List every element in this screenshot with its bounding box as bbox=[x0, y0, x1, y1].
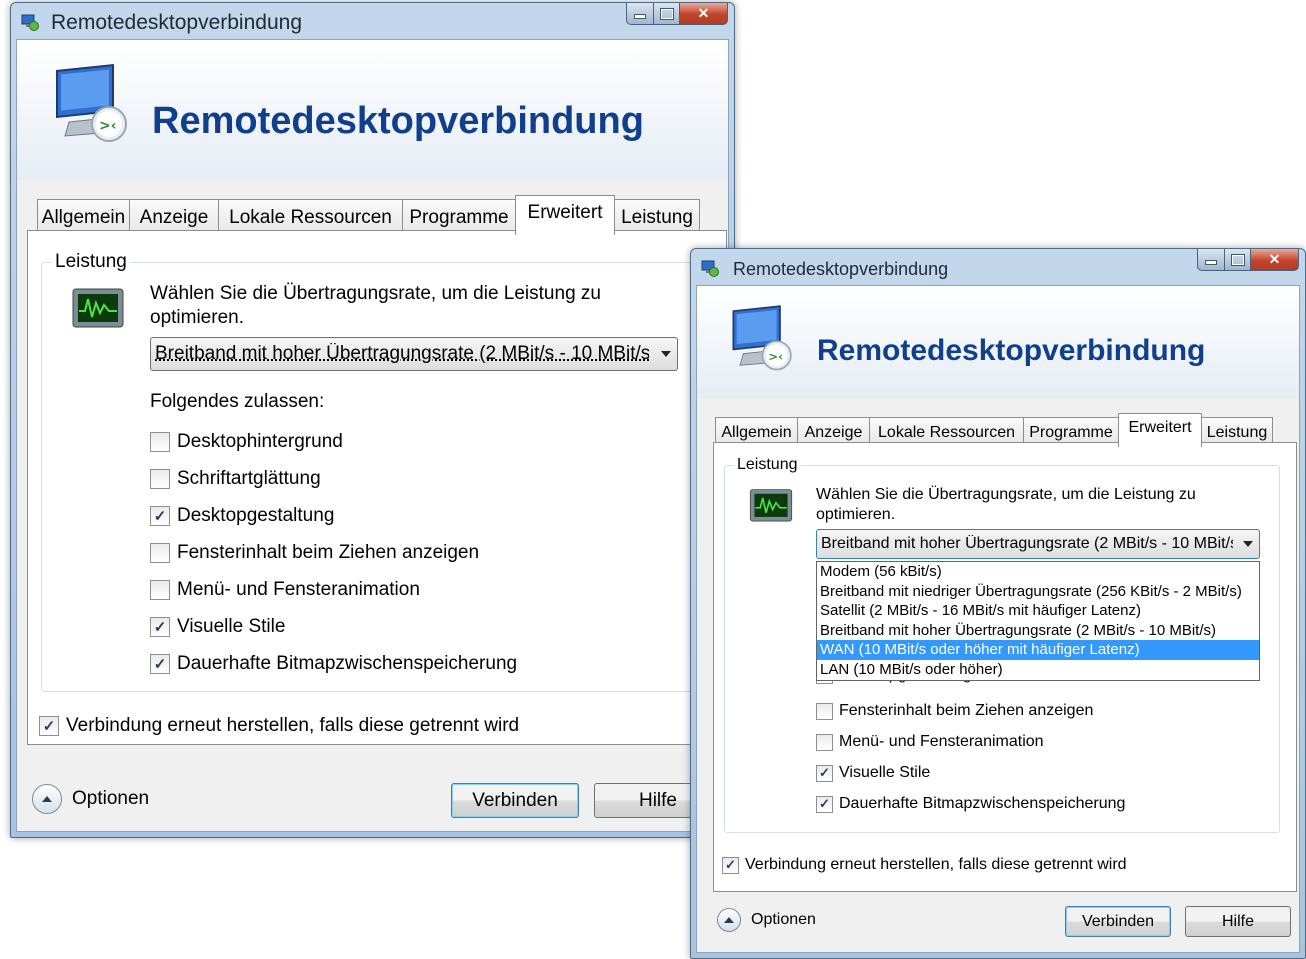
check-icon[interactable]: ✓ bbox=[150, 506, 170, 526]
window-title: Remotedesktopverbindung bbox=[51, 11, 302, 34]
tab-erweitert[interactable]: Erweitert bbox=[1118, 413, 1202, 447]
perf-description-line1: Wählen Sie die Übertragungsrate, um die … bbox=[150, 283, 601, 304]
check-icon[interactable]: ✓ bbox=[150, 617, 170, 637]
connection-speed-combo[interactable]: Breitband mit hoher Übertragungsrate (2 … bbox=[150, 337, 678, 371]
connection-speed-combo[interactable]: Breitband mit hoher Übertragungsrate (2 … bbox=[816, 529, 1260, 559]
checkbox-reconnect[interactable]: ✓ Verbindung erneut herstellen, falls di… bbox=[722, 856, 1127, 874]
checkbox-visuelle-stile[interactable]: ✓ Visuelle Stile bbox=[150, 616, 285, 638]
options-toggle[interactable]: Optionen bbox=[717, 908, 816, 932]
group-leistung: Leistung Wählen Sie die Übertragungsrate… bbox=[724, 456, 1280, 833]
checkbox-bitmap-cache[interactable]: ✓ Dauerhafte Bitmapzwischenspeicherung bbox=[816, 795, 1125, 813]
checkbox-reconnect[interactable]: ✓ Verbindung erneut herstellen, falls di… bbox=[39, 715, 519, 737]
connect-button[interactable]: Verbinden bbox=[451, 783, 579, 818]
rdp-app-icon bbox=[701, 260, 719, 277]
tab-strip: Allgemein Anzeige Lokale Ressourcen Prog… bbox=[37, 195, 700, 235]
help-button[interactable]: Hilfe bbox=[1185, 906, 1291, 937]
rdp-window-front: Remotedesktopverbindung ✕ >‹ Remotedeskt… bbox=[690, 248, 1306, 959]
check-icon[interactable]: ✓ bbox=[150, 654, 170, 674]
dropdown-option[interactable]: Breitband mit hoher Übertragungsrate (2 … bbox=[817, 621, 1259, 641]
combo-value: Breitband mit hoher Übertragungsrate (2 … bbox=[821, 535, 1233, 552]
combo-value: Breitband mit hoher Übertragungsrate (2 … bbox=[155, 343, 649, 364]
monitor-icon: >‹ bbox=[732, 305, 792, 371]
chevron-down-icon bbox=[1243, 541, 1253, 547]
options-collapse-icon[interactable] bbox=[32, 784, 62, 814]
dropdown-option[interactable]: Modem (56 kBit/s) bbox=[817, 562, 1259, 582]
checkbox-fensterinhalt[interactable]: Fensterinhalt beim Ziehen anzeigen bbox=[150, 542, 479, 564]
close-icon: ✕ bbox=[1268, 251, 1281, 267]
connection-speed-dropdown-list[interactable]: Modem (56 kBit/s) Breitband mit niedrige… bbox=[816, 561, 1260, 681]
svg-text:>‹: >‹ bbox=[99, 118, 117, 134]
close-button[interactable]: ✕ bbox=[1251, 249, 1299, 271]
performance-monitor-icon bbox=[72, 288, 124, 328]
dropdown-option-selected[interactable]: WAN (10 MBit/s oder höher mit häufiger L… bbox=[817, 640, 1259, 660]
dropdown-option[interactable]: Satellit (2 MBit/s - 16 MBit/s mit häufi… bbox=[817, 601, 1259, 621]
checkbox-box[interactable] bbox=[150, 469, 170, 489]
checkbox-desktopgestaltung[interactable]: ✓ Desktopgestaltung bbox=[150, 505, 334, 527]
title-bar[interactable]: Remotedesktopverbindung ✕ bbox=[11, 3, 734, 39]
options-collapse-icon[interactable] bbox=[717, 908, 741, 932]
banner: >‹ Remotedesktopverbindung bbox=[17, 40, 728, 180]
checkbox-box[interactable] bbox=[150, 432, 170, 452]
checkbox-fensterinhalt[interactable]: Fensterinhalt beim Ziehen anzeigen bbox=[816, 702, 1093, 720]
minimize-button[interactable] bbox=[1197, 249, 1225, 271]
maximize-button[interactable] bbox=[1225, 249, 1251, 271]
dropdown-option[interactable]: Breitband mit niedriger Übertragungsrate… bbox=[817, 582, 1259, 602]
tab-panel-erweitert: Leistung Wählen Sie die Übertragungsrate… bbox=[27, 230, 727, 745]
tab-erweitert[interactable]: Erweitert bbox=[515, 195, 615, 235]
check-icon[interactable]: ✓ bbox=[39, 716, 59, 736]
maximize-button[interactable] bbox=[654, 3, 680, 25]
allow-label: Folgendes zulassen: bbox=[150, 391, 325, 412]
group-label: Leistung bbox=[52, 251, 130, 273]
options-toggle[interactable]: Optionen bbox=[32, 784, 149, 814]
tab-panel-erweitert: Leistung Wählen Sie die Übertragungsrate… bbox=[713, 442, 1297, 892]
check-icon[interactable]: ✓ bbox=[816, 795, 833, 813]
rdp-window-back: Remotedesktopverbindung ✕ >‹ Remotedeskt… bbox=[10, 2, 735, 838]
checkbox-box[interactable] bbox=[816, 702, 833, 720]
close-icon: ✕ bbox=[697, 5, 710, 21]
banner-title: Remotedesktopverbindung bbox=[152, 100, 644, 142]
checkbox-menue-animation[interactable]: Menü- und Fensteranimation bbox=[816, 733, 1044, 751]
perf-description-line1: Wählen Sie die Übertragungsrate, um die … bbox=[816, 486, 1196, 503]
checkbox-schriftartglaettung[interactable]: Schriftartglättung bbox=[150, 468, 321, 490]
performance-monitor-icon bbox=[749, 489, 793, 522]
checkbox-box[interactable] bbox=[150, 543, 170, 563]
minimize-button[interactable] bbox=[626, 3, 654, 25]
svg-text:>‹: >‹ bbox=[768, 349, 783, 363]
check-icon[interactable]: ✓ bbox=[722, 856, 739, 874]
perf-description-line2: optimieren. bbox=[816, 506, 896, 523]
checkbox-box[interactable] bbox=[150, 580, 170, 600]
banner-title: Remotedesktopverbindung bbox=[817, 334, 1206, 367]
check-icon[interactable]: ✓ bbox=[816, 764, 833, 782]
dropdown-option[interactable]: LAN (10 MBit/s oder höher) bbox=[817, 660, 1259, 680]
connect-button[interactable]: Verbinden bbox=[1065, 906, 1171, 937]
checkbox-desktophintergrund[interactable]: Desktophintergrund bbox=[150, 431, 343, 453]
monitor-icon: >‹ bbox=[56, 63, 127, 142]
group-leistung: Leistung Wählen Sie die Übertragungsrate… bbox=[41, 251, 717, 692]
checkbox-bitmap-cache[interactable]: ✓ Dauerhafte Bitmapzwischenspeicherung bbox=[150, 653, 517, 675]
banner: >‹ Remotedesktopverbindung bbox=[697, 286, 1299, 398]
chevron-down-icon bbox=[661, 351, 671, 357]
close-button[interactable]: ✕ bbox=[680, 3, 728, 25]
title-bar[interactable]: Remotedesktopverbindung ✕ bbox=[691, 249, 1305, 285]
window-title: Remotedesktopverbindung bbox=[733, 259, 949, 279]
perf-description-line2: optimieren. bbox=[150, 307, 244, 328]
rdp-app-icon bbox=[21, 14, 39, 31]
group-label: Leistung bbox=[734, 456, 801, 474]
dialog-client: >‹ Remotedesktopverbindung Allgemein Anz… bbox=[696, 285, 1300, 953]
checkbox-visuelle-stile[interactable]: ✓ Visuelle Stile bbox=[816, 764, 930, 782]
dialog-client: >‹ Remotedesktopverbindung Allgemein Anz… bbox=[16, 39, 729, 832]
checkbox-box[interactable] bbox=[816, 733, 833, 751]
checkbox-menue-animation[interactable]: Menü- und Fensteranimation bbox=[150, 579, 420, 601]
